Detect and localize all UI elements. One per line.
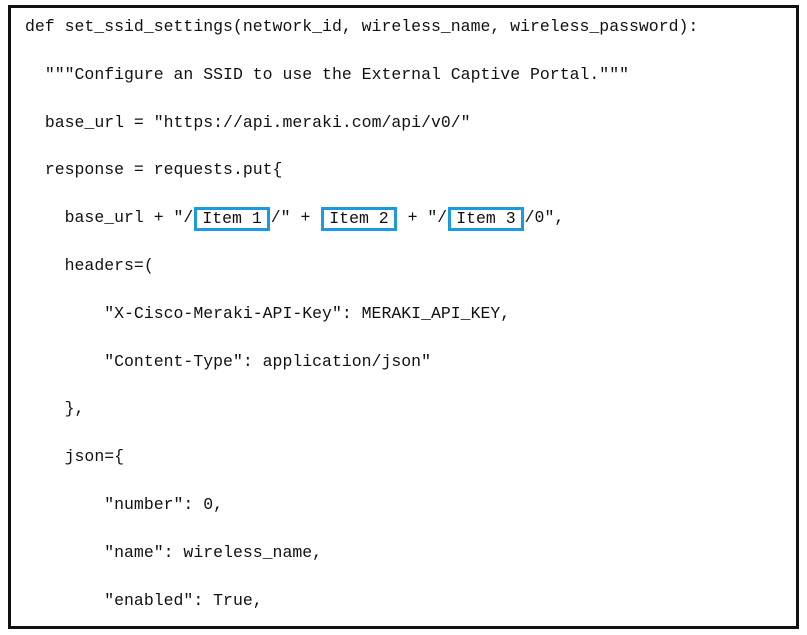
code-text: },: [64, 399, 85, 419]
code-panel-body: def set_ssid_settings(network_id, wirele…: [11, 8, 796, 626]
placeholder-box-item-2[interactable]: Item 2: [321, 207, 397, 232]
placeholder-box-item-1[interactable]: Item 1: [194, 207, 270, 232]
code-line: base_url = "https://api.meraki.com/api/v…: [25, 111, 792, 135]
code-text: "enabled": True,: [104, 590, 263, 610]
code-text: """Configure an SSID to use the External…: [44, 64, 630, 84]
code-panel: def set_ssid_settings(network_id, wirele…: [8, 5, 799, 629]
code-text: "Content-Type": application/json": [104, 351, 431, 371]
code-text: json={: [64, 447, 125, 467]
code-line: """Configure an SSID to use the External…: [25, 63, 792, 87]
code-line: headers=(: [25, 254, 792, 278]
code-line: },: [25, 397, 792, 421]
code-text: /0",: [524, 208, 565, 228]
code-text: base_url = "https://api.meraki.com/api/v…: [44, 112, 471, 132]
code-text: headers=(: [64, 255, 154, 275]
screenshot-root: def set_ssid_settings(network_id, wirele…: [0, 0, 807, 635]
code-line: def set_ssid_settings(network_id, wirele…: [25, 15, 792, 39]
code-line: "enabled": True,: [25, 589, 792, 613]
code-listing: def set_ssid_settings(network_id, wirele…: [25, 15, 792, 635]
code-text: response = requests.put{: [44, 160, 283, 180]
code-line: "X-Cisco-Meraki-API-Key": MERAKI_API_KEY…: [25, 302, 792, 326]
code-line: response = requests.put{: [25, 158, 792, 182]
code-text: "name": wireless_name,: [104, 542, 323, 562]
code-text: "X-Cisco-Meraki-API-Key": MERAKI_API_KEY…: [104, 303, 511, 323]
placeholder-box-item-3[interactable]: Item 3: [448, 207, 524, 232]
code-text: /" +: [270, 208, 321, 228]
code-line: "number": 0,: [25, 493, 792, 517]
code-text: + "/: [397, 208, 448, 228]
code-line: "Content-Type": application/json": [25, 350, 792, 374]
code-line: json={: [25, 445, 792, 469]
code-text: base_url + "/: [64, 208, 194, 228]
code-text: "number": 0,: [104, 494, 224, 514]
code-text: def set_ssid_settings(network_id, wirele…: [25, 17, 699, 36]
code-line: "name": wireless_name,: [25, 541, 792, 565]
code-line: base_url + "/Item 1/" + Item 2 + "/Item …: [25, 206, 792, 232]
